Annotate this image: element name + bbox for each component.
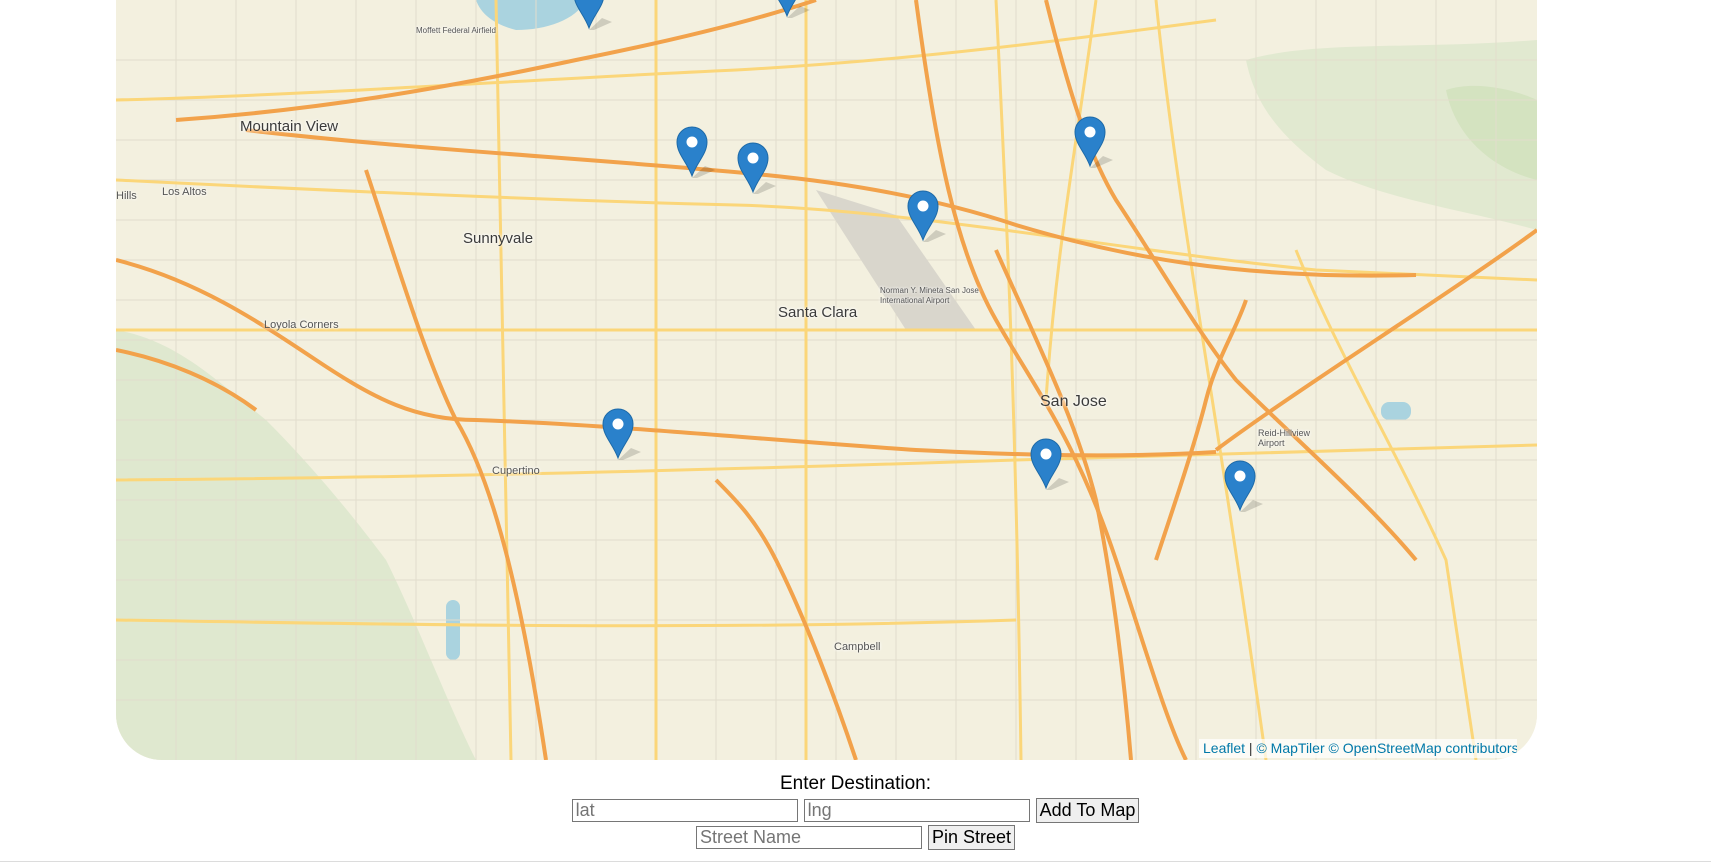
map-pin-icon[interactable] bbox=[1073, 116, 1113, 168]
map-pin-icon[interactable] bbox=[601, 408, 641, 460]
place-label-cupertino: Cupertino bbox=[492, 465, 540, 477]
pin-street-button[interactable]: Pin Street bbox=[927, 824, 1016, 850]
place-label-loyola-corners: Loyola Corners bbox=[264, 319, 339, 331]
street-row: Pin Street bbox=[0, 824, 1711, 850]
place-label-mountain-view: Mountain View bbox=[240, 118, 339, 135]
place-label-san-jose: San Jose bbox=[1040, 393, 1107, 410]
place-label-sunnyvale: Sunnyvale bbox=[463, 230, 534, 247]
map-view[interactable]: Mountain View Los Altos Sunnyvale Santa … bbox=[116, 0, 1537, 760]
place-label-los-altos: Los Altos bbox=[162, 186, 207, 198]
lat-input[interactable] bbox=[571, 798, 798, 822]
map-pin-icon[interactable] bbox=[1223, 460, 1263, 512]
leaflet-link[interactable]: Leaflet bbox=[1203, 740, 1245, 756]
destination-form: Enter Destination: Add To Map Pin Street bbox=[0, 772, 1711, 850]
attribution-separator: | bbox=[1245, 740, 1257, 756]
lng-input[interactable] bbox=[803, 798, 1030, 822]
maptiler-link[interactable]: © MapTiler bbox=[1256, 740, 1324, 756]
form-title: Enter Destination: bbox=[779, 773, 932, 794]
map-pin-icon[interactable] bbox=[572, 0, 612, 30]
map-pin-icon[interactable] bbox=[1029, 438, 1069, 490]
page-divider bbox=[0, 861, 1711, 862]
place-label-santa-clara: Santa Clara bbox=[778, 304, 858, 321]
street-name-input[interactable] bbox=[695, 825, 922, 849]
map-pin-icon[interactable] bbox=[675, 126, 715, 178]
place-label-hills: Hills bbox=[116, 190, 137, 202]
place-label-reid-hillview: Reid-Hillview Airport bbox=[1258, 428, 1311, 448]
map-pin-icon[interactable] bbox=[736, 142, 776, 194]
place-label-moffett-airfield: Moffett Federal Airfield bbox=[416, 26, 496, 35]
add-to-map-button[interactable]: Add To Map bbox=[1035, 797, 1140, 823]
map-pin-icon[interactable] bbox=[906, 190, 946, 242]
place-label-sj-airport: Norman Y. Mineta San Jose International … bbox=[880, 286, 979, 305]
map-pin-icon[interactable] bbox=[770, 0, 810, 18]
map-attribution: Leaflet | © MapTiler © OpenStreetMap con… bbox=[1199, 739, 1517, 758]
place-label-campbell: Campbell bbox=[834, 641, 881, 653]
map-tiles bbox=[116, 0, 1537, 760]
osm-link[interactable]: © OpenStreetMap contributors bbox=[1329, 740, 1518, 756]
coordinate-row: Add To Map bbox=[0, 797, 1711, 823]
